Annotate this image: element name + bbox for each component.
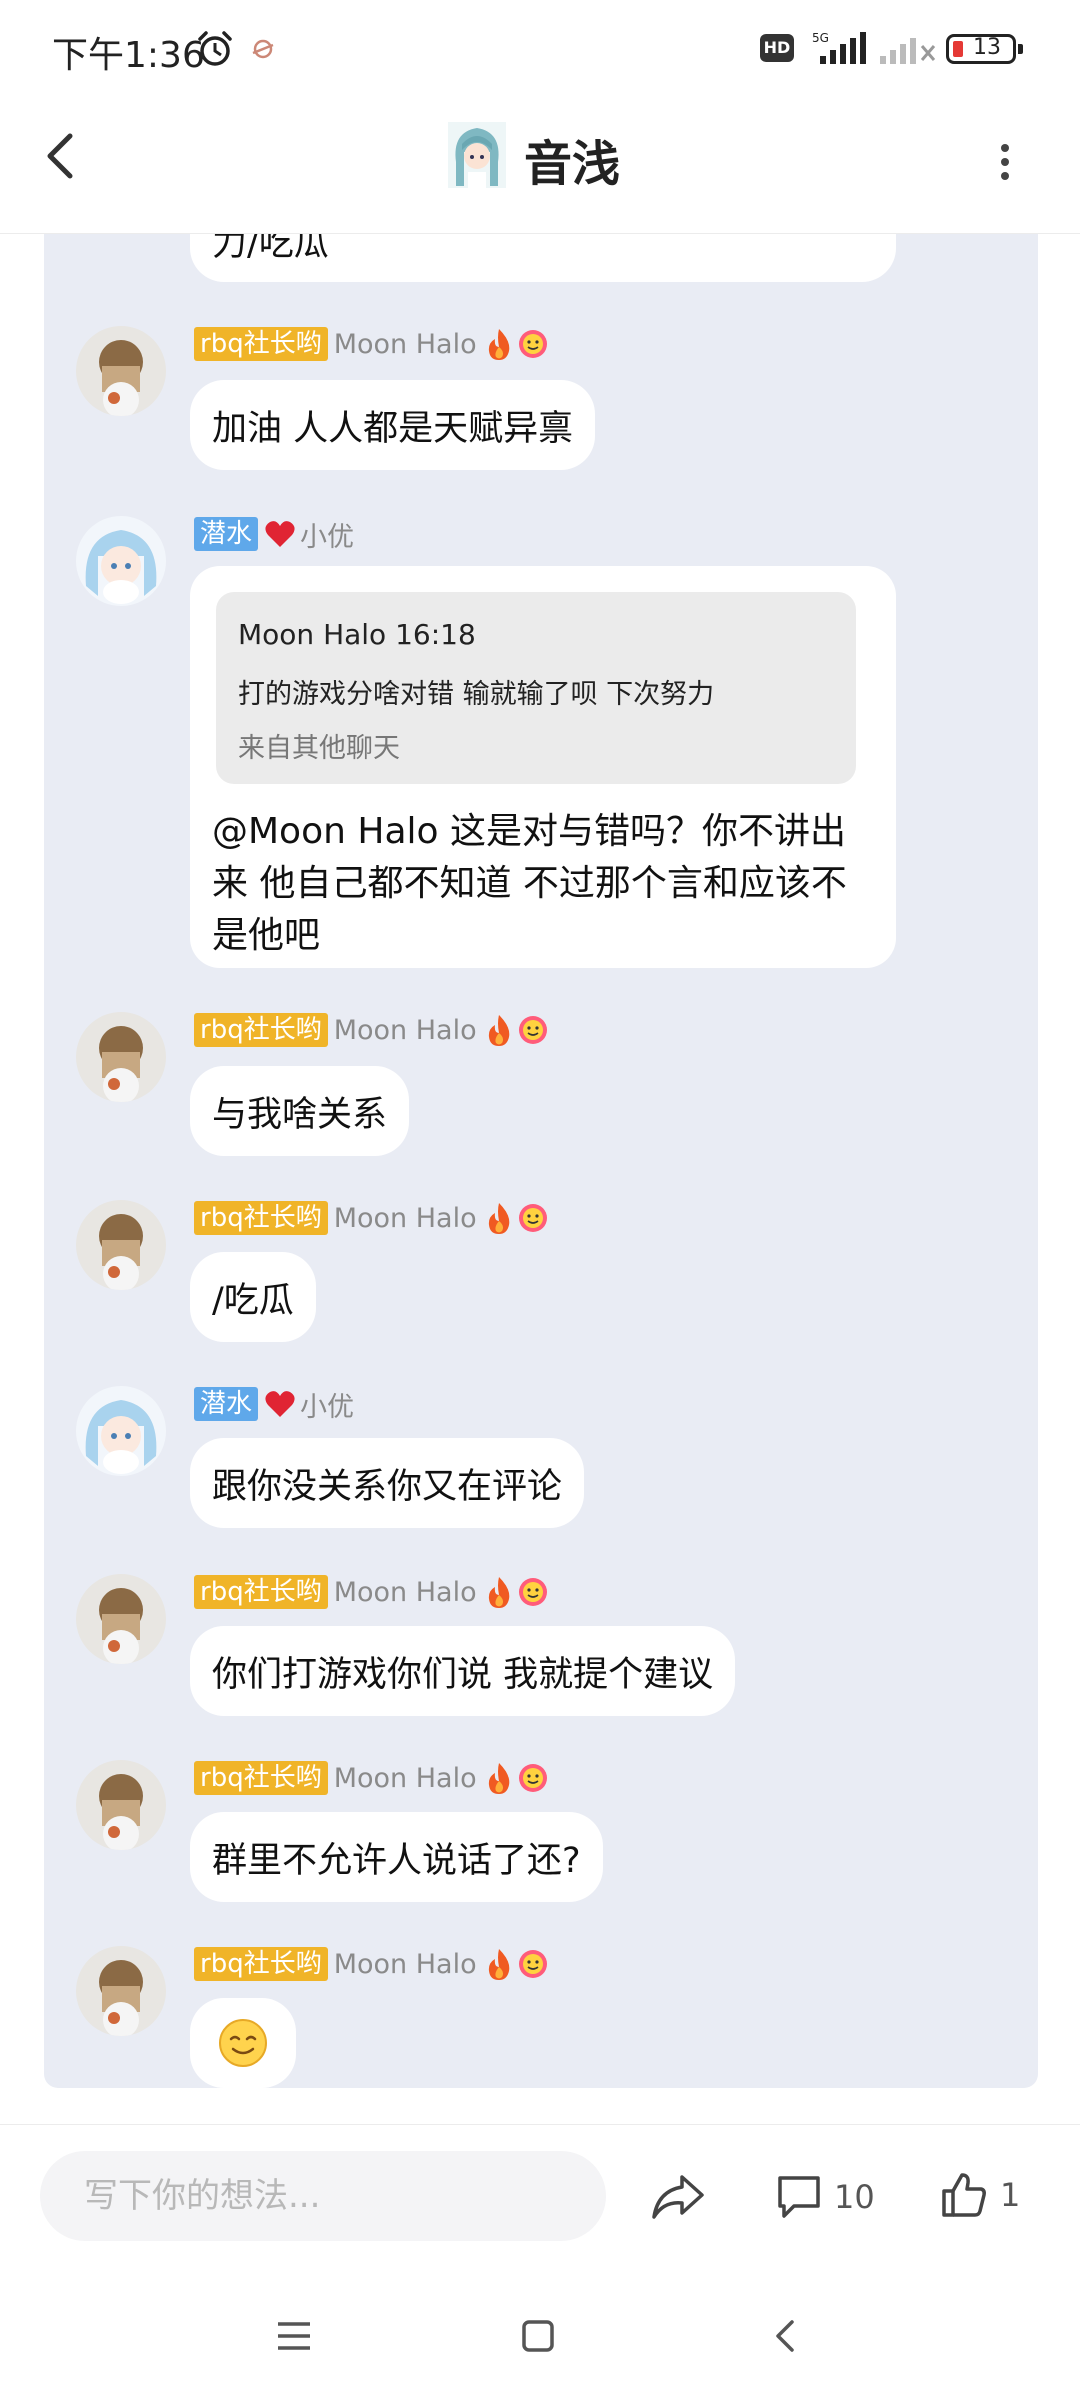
- like-icon: [942, 2173, 986, 2217]
- rank-badge: rbq社长哟: [194, 1013, 328, 1047]
- avatar-moon-halo[interactable]: [76, 1760, 166, 1850]
- status-time: 下午1:36: [52, 35, 205, 76]
- battery-level: 13: [973, 35, 1001, 60]
- message-text: 与我啥关系: [212, 1094, 388, 1135]
- sender-nickname[interactable]: Moon Halo: [334, 1949, 477, 1980]
- smile-badge-icon: [518, 1204, 547, 1232]
- back-arrow-icon[interactable]: [36, 126, 86, 186]
- hd-badge: HD: [760, 34, 794, 62]
- message-text: 力/吃瓜: [212, 234, 329, 264]
- fire-icon: [488, 329, 509, 360]
- message-bubble[interactable]: /吃瓜: [190, 1252, 316, 1342]
- fire-icon: [488, 1577, 509, 1608]
- comment-bar: 10 1: [0, 2124, 1080, 2272]
- comment-button[interactable]: 10: [776, 2169, 875, 2225]
- status-bar: 下午1:36 HD 5G 13: [0, 0, 1080, 96]
- message-text: 加油 人人都是天赋异禀: [212, 408, 574, 449]
- chat-header: 音浅: [0, 96, 1080, 234]
- sender-info: rbq社长哟 Moon Halo: [194, 1012, 549, 1048]
- back-icon[interactable]: [762, 2312, 810, 2360]
- signal-5g-icon: 5G: [812, 31, 866, 64]
- comment-icon: [778, 2176, 820, 2218]
- avatar-xiaoyou[interactable]: [76, 516, 166, 606]
- smile-badge-icon: [518, 330, 547, 358]
- battery-icon: 13: [946, 34, 1023, 64]
- heart-icon: [265, 521, 295, 547]
- quoted-message[interactable]: Moon Halo 16:18 打的游戏分啥对错 输就输了呗 下次努力 来自其他…: [216, 592, 856, 784]
- message-bubble[interactable]: 群里不允许人说话了还?: [190, 1812, 603, 1902]
- avatar-moon-halo[interactable]: [76, 1574, 166, 1664]
- menu-icon[interactable]: [270, 2312, 318, 2360]
- quote-source: 来自其他聊天: [238, 733, 400, 764]
- message-bubble[interactable]: Moon Halo 16:18 打的游戏分啥对错 输就输了呗 下次努力 来自其他…: [190, 566, 896, 968]
- signal-no-service-icon: [880, 38, 936, 64]
- sender-nickname[interactable]: Moon Halo: [334, 1015, 477, 1046]
- sender-info: rbq社长哟 Moon Halo: [194, 1946, 549, 1982]
- sender-nickname[interactable]: Moon Halo: [334, 1577, 477, 1608]
- chat-title: 音浅: [524, 136, 621, 192]
- avatar-moon-halo[interactable]: [76, 1200, 166, 1290]
- quote-text: 打的游戏分啥对错 输就输了呗 下次努力: [238, 679, 715, 710]
- avatar-moon-halo[interactable]: [76, 326, 166, 416]
- sender-nickname[interactable]: Moon Halo: [334, 329, 477, 360]
- message-bubble[interactable]: 跟你没关系你又在评论: [190, 1438, 585, 1528]
- alarm-icon: [198, 31, 232, 66]
- like-button[interactable]: 1: [940, 2167, 1020, 2223]
- avatar-moon-halo[interactable]: [76, 1946, 166, 2036]
- sender-info: rbq社长哟 Moon Halo: [194, 1200, 549, 1236]
- network-label: 5G: [812, 31, 829, 45]
- sender-info: 潜水 小优: [194, 1385, 354, 1424]
- group-avatar[interactable]: [448, 122, 506, 188]
- smile-badge-icon: [518, 1578, 547, 1606]
- heart-icon: [265, 1391, 295, 1417]
- sender-info: rbq社长哟 Moon Halo: [194, 1574, 549, 1610]
- message-bubble[interactable]: 与我啥关系: [190, 1066, 410, 1156]
- message-text: 群里不允许人说话了还?: [212, 1840, 581, 1881]
- message-bubble[interactable]: 你们打游戏你们说 我就提个建议: [190, 1626, 736, 1716]
- comment-count: 10: [834, 2178, 875, 2216]
- fire-icon: [488, 1015, 509, 1046]
- sender-nickname[interactable]: Moon Halo: [334, 1763, 477, 1794]
- message-text: 跟你没关系你又在评论: [212, 1466, 563, 1507]
- message-bubble[interactable]: [190, 1998, 296, 2088]
- smile-badge-icon: [518, 1016, 547, 1044]
- rank-badge: 潜水: [194, 1387, 259, 1421]
- sender-info: rbq社长哟 Moon Halo: [194, 1760, 549, 1796]
- share-icon[interactable]: [650, 2171, 706, 2223]
- like-count: 1: [1000, 2176, 1021, 2214]
- message-text: @Moon Halo 这是对与错吗？你不讲出来 他自己都不知道 不过那个言和应该…: [212, 811, 847, 956]
- message-bubble[interactable]: 加油 人人都是天赋异禀: [190, 380, 596, 470]
- sender-info: rbq社长哟 Moon Halo: [194, 326, 549, 362]
- smile-emoji-icon: [219, 2019, 267, 2067]
- smile-badge-icon: [518, 1950, 547, 1978]
- sender-info: 潜水 小优: [194, 515, 354, 554]
- rank-badge: rbq社长哟: [194, 1761, 328, 1795]
- rank-badge: rbq社长哟: [194, 1575, 328, 1609]
- rank-badge: rbq社长哟: [194, 1201, 328, 1235]
- fire-icon: [488, 1949, 509, 1980]
- avatar-moon-halo[interactable]: [76, 1012, 166, 1102]
- system-nav-bar: [0, 2272, 1080, 2400]
- app-notification-icon: [252, 39, 274, 59]
- fire-icon: [488, 1763, 509, 1794]
- chat-message-list[interactable]: 力/吃瓜 rbq社长哟 Moon Halo 加油 人人都是天赋异禀 潜水 小优 …: [44, 234, 1038, 2088]
- sender-nickname[interactable]: Moon Halo: [334, 1203, 477, 1234]
- smile-badge-icon: [518, 1764, 547, 1792]
- home-icon[interactable]: [514, 2312, 562, 2360]
- rank-badge: 潜水: [194, 517, 259, 551]
- message-bubble[interactable]: 力/吃瓜: [190, 234, 896, 282]
- message-text: 你们打游戏你们说 我就提个建议: [212, 1654, 714, 1695]
- sender-nickname[interactable]: 小优: [300, 1385, 354, 1424]
- more-vertical-icon[interactable]: [990, 132, 1020, 192]
- comment-input[interactable]: [40, 2151, 606, 2241]
- message-text: /吃瓜: [212, 1280, 294, 1321]
- fire-icon: [488, 1203, 509, 1234]
- avatar-xiaoyou[interactable]: [76, 1386, 166, 1476]
- rank-badge: rbq社长哟: [194, 1947, 328, 1981]
- quote-header: Moon Halo 16:18: [238, 618, 476, 651]
- rank-badge: rbq社长哟: [194, 327, 328, 361]
- sender-nickname[interactable]: 小优: [300, 515, 354, 554]
